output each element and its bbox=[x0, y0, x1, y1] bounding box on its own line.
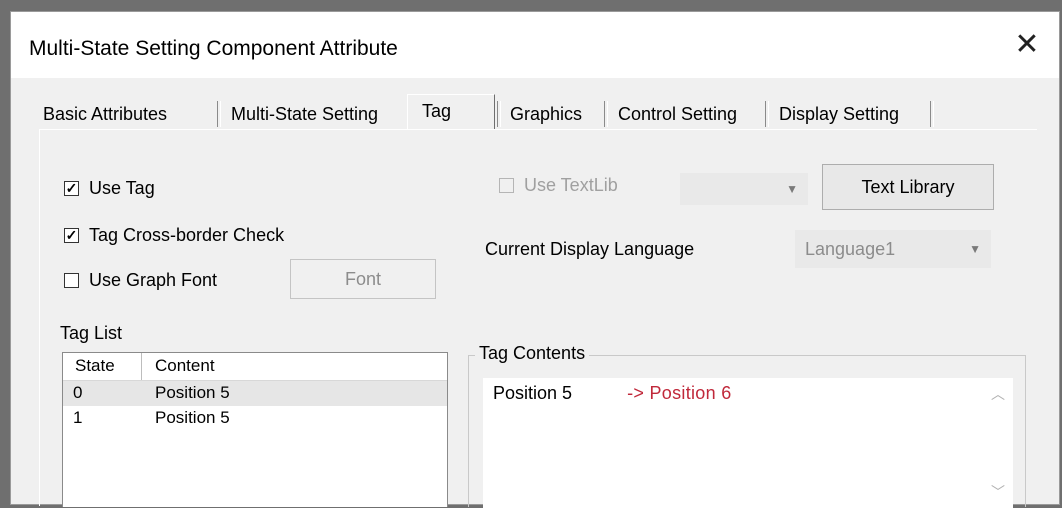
tab-separator bbox=[604, 101, 608, 127]
text-library-button[interactable]: Text Library bbox=[822, 164, 994, 210]
tab-display-setting[interactable]: Display Setting bbox=[779, 100, 899, 129]
chevron-down-icon: ▼ bbox=[969, 242, 981, 256]
tag-list-header: State Content bbox=[63, 353, 447, 381]
tag-contents-text: Position 5 bbox=[493, 383, 573, 403]
tab-separator bbox=[930, 101, 934, 127]
close-button[interactable]: ✕ bbox=[995, 12, 1059, 78]
use-textlib-check-box bbox=[499, 178, 514, 193]
tab-control-setting[interactable]: Control Setting bbox=[618, 100, 737, 129]
dialog-window: Multi-State Setting Component Attribute … bbox=[10, 11, 1060, 508]
use-tag-label: Use Tag bbox=[89, 178, 155, 198]
tab-separator bbox=[497, 101, 501, 127]
table-row[interactable]: 1 Position 5 bbox=[63, 406, 447, 431]
row-state: 1 bbox=[73, 408, 83, 427]
tag-contents-group: Tag Contents Position 5 -> Position 6 ︿ … bbox=[468, 343, 1026, 508]
tab-multi-state-setting[interactable]: Multi-State Setting bbox=[231, 100, 378, 129]
tag-cross-border-check-mark: ✓ bbox=[64, 227, 79, 243]
row-state: 0 bbox=[73, 383, 83, 402]
column-header-content[interactable]: Content bbox=[155, 356, 215, 376]
row-content: Position 5 bbox=[155, 408, 230, 427]
tab-tag[interactable]: Tag bbox=[407, 94, 495, 130]
tab-graphics[interactable]: Graphics bbox=[510, 100, 582, 129]
tab-separator bbox=[217, 101, 221, 127]
use-tag-checkbox[interactable]: ✓ Use Tag bbox=[64, 178, 155, 199]
display-language-label: Current Display Language bbox=[485, 239, 695, 259]
tab-strip: Basic Attributes Multi-State Setting Tag… bbox=[39, 94, 1059, 130]
scroll-up-icon[interactable]: ︿ bbox=[991, 384, 1005, 404]
tag-list[interactable]: State Content 0 Position 5 1 Position 5 bbox=[62, 352, 448, 507]
tag-list-label: Tag List bbox=[60, 323, 123, 343]
tab-basic-attributes[interactable]: Basic Attributes bbox=[43, 100, 167, 129]
tab-separator bbox=[765, 101, 769, 127]
use-graph-font-checkbox[interactable]: Use Graph Font bbox=[64, 270, 217, 291]
textlib-select[interactable]: ▼ bbox=[680, 173, 808, 205]
use-textlib-checkbox[interactable]: Use TextLib bbox=[499, 175, 618, 196]
table-row[interactable]: 0 Position 5 bbox=[63, 381, 447, 406]
tag-cross-border-label: Tag Cross-border Check bbox=[89, 225, 285, 245]
tag-contents-line: Position 5 -> Position 6 bbox=[493, 383, 732, 404]
use-tag-check-mark: ✓ bbox=[64, 180, 79, 196]
window-title: Multi-State Setting Component Attribute bbox=[29, 37, 398, 60]
chevron-down-icon: ▼ bbox=[786, 182, 798, 196]
use-textlib-label: Use TextLib bbox=[524, 175, 618, 195]
column-header-state[interactable]: State bbox=[75, 356, 115, 376]
column-separator[interactable] bbox=[141, 353, 142, 380]
tag-cross-border-checkbox[interactable]: ✓ Tag Cross-border Check bbox=[64, 225, 284, 246]
font-button[interactable]: Font bbox=[290, 259, 436, 299]
use-graph-font-label: Use Graph Font bbox=[89, 270, 218, 290]
title-bar[interactable]: Multi-State Setting Component Attribute … bbox=[11, 12, 1059, 78]
use-graph-font-check-box bbox=[64, 273, 79, 288]
tag-tab-panel: ✓ Use Tag ✓ Tag Cross-border Check Use G… bbox=[39, 129, 1037, 508]
display-language-select[interactable]: Language1 ▼ bbox=[795, 230, 991, 268]
row-content: Position 5 bbox=[155, 383, 230, 402]
scroll-down-icon[interactable]: ﹀ bbox=[991, 482, 1005, 502]
tag-contents-annotation: -> Position 6 bbox=[627, 383, 732, 403]
display-language-value: Language1 bbox=[805, 239, 896, 259]
tag-contents-label: Tag Contents bbox=[475, 343, 590, 364]
tag-contents-textarea[interactable]: Position 5 -> Position 6 ︿ ﹀ bbox=[483, 378, 1013, 508]
